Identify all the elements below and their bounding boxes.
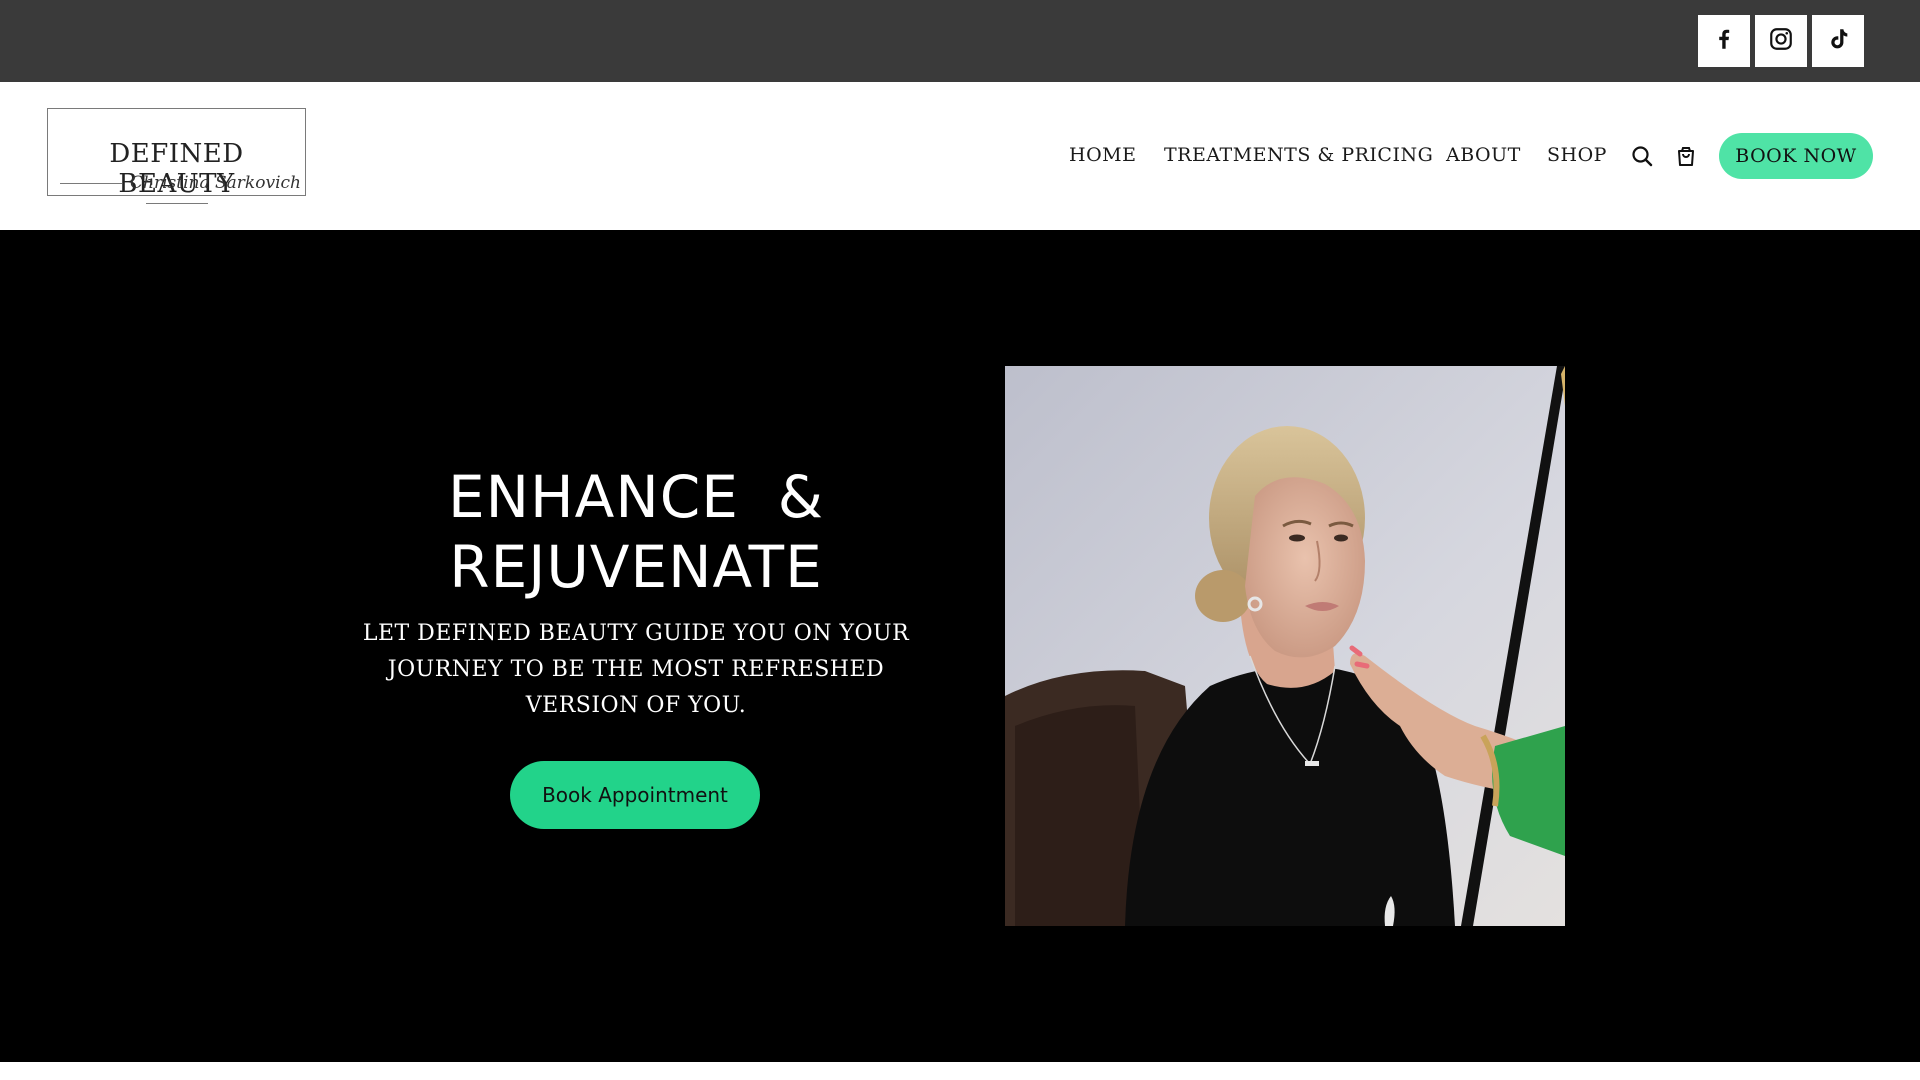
logo-signature: Christina Sarkovich [48, 173, 305, 213]
top-bar [0, 0, 1920, 82]
site-logo[interactable]: DEFINED BEAUTY Christina Sarkovich [47, 108, 306, 199]
search-icon[interactable] [1630, 144, 1654, 168]
nav-shop[interactable]: SHOP [1547, 144, 1607, 166]
hero-title: ENHANCE & REJUVENATE [340, 462, 932, 602]
page-bottom-strip [0, 1062, 1920, 1080]
hero-photo [1005, 366, 1565, 926]
cart-icon[interactable] [1674, 144, 1698, 168]
facebook-icon [1711, 26, 1737, 56]
instagram-icon [1768, 26, 1794, 56]
facebook-link[interactable] [1698, 15, 1750, 67]
book-now-button[interactable]: BOOK NOW [1719, 133, 1873, 179]
instagram-link[interactable] [1755, 15, 1807, 67]
nav-home[interactable]: HOME [1069, 144, 1136, 166]
nav-about[interactable]: ABOUT [1446, 144, 1521, 166]
hero-subtitle: LET DEFINED BEAUTY GUIDE YOU ON YOUR JOU… [362, 621, 910, 718]
hero-section: ENHANCE & REJUVENATE LET DEFINED BEAUTY … [0, 230, 1920, 1062]
nav-treatments-pricing[interactable]: TREATMENTS & PRICING [1164, 144, 1433, 166]
tiktok-link[interactable] [1812, 15, 1864, 67]
book-appointment-button[interactable]: Book Appointment [510, 761, 760, 829]
tiktok-icon [1825, 26, 1851, 56]
hero-title-line2: REJUVENATE [449, 533, 823, 601]
site-header: DEFINED BEAUTY Christina Sarkovich HOME … [0, 82, 1920, 230]
hero-title-line1: ENHANCE & [448, 463, 824, 531]
